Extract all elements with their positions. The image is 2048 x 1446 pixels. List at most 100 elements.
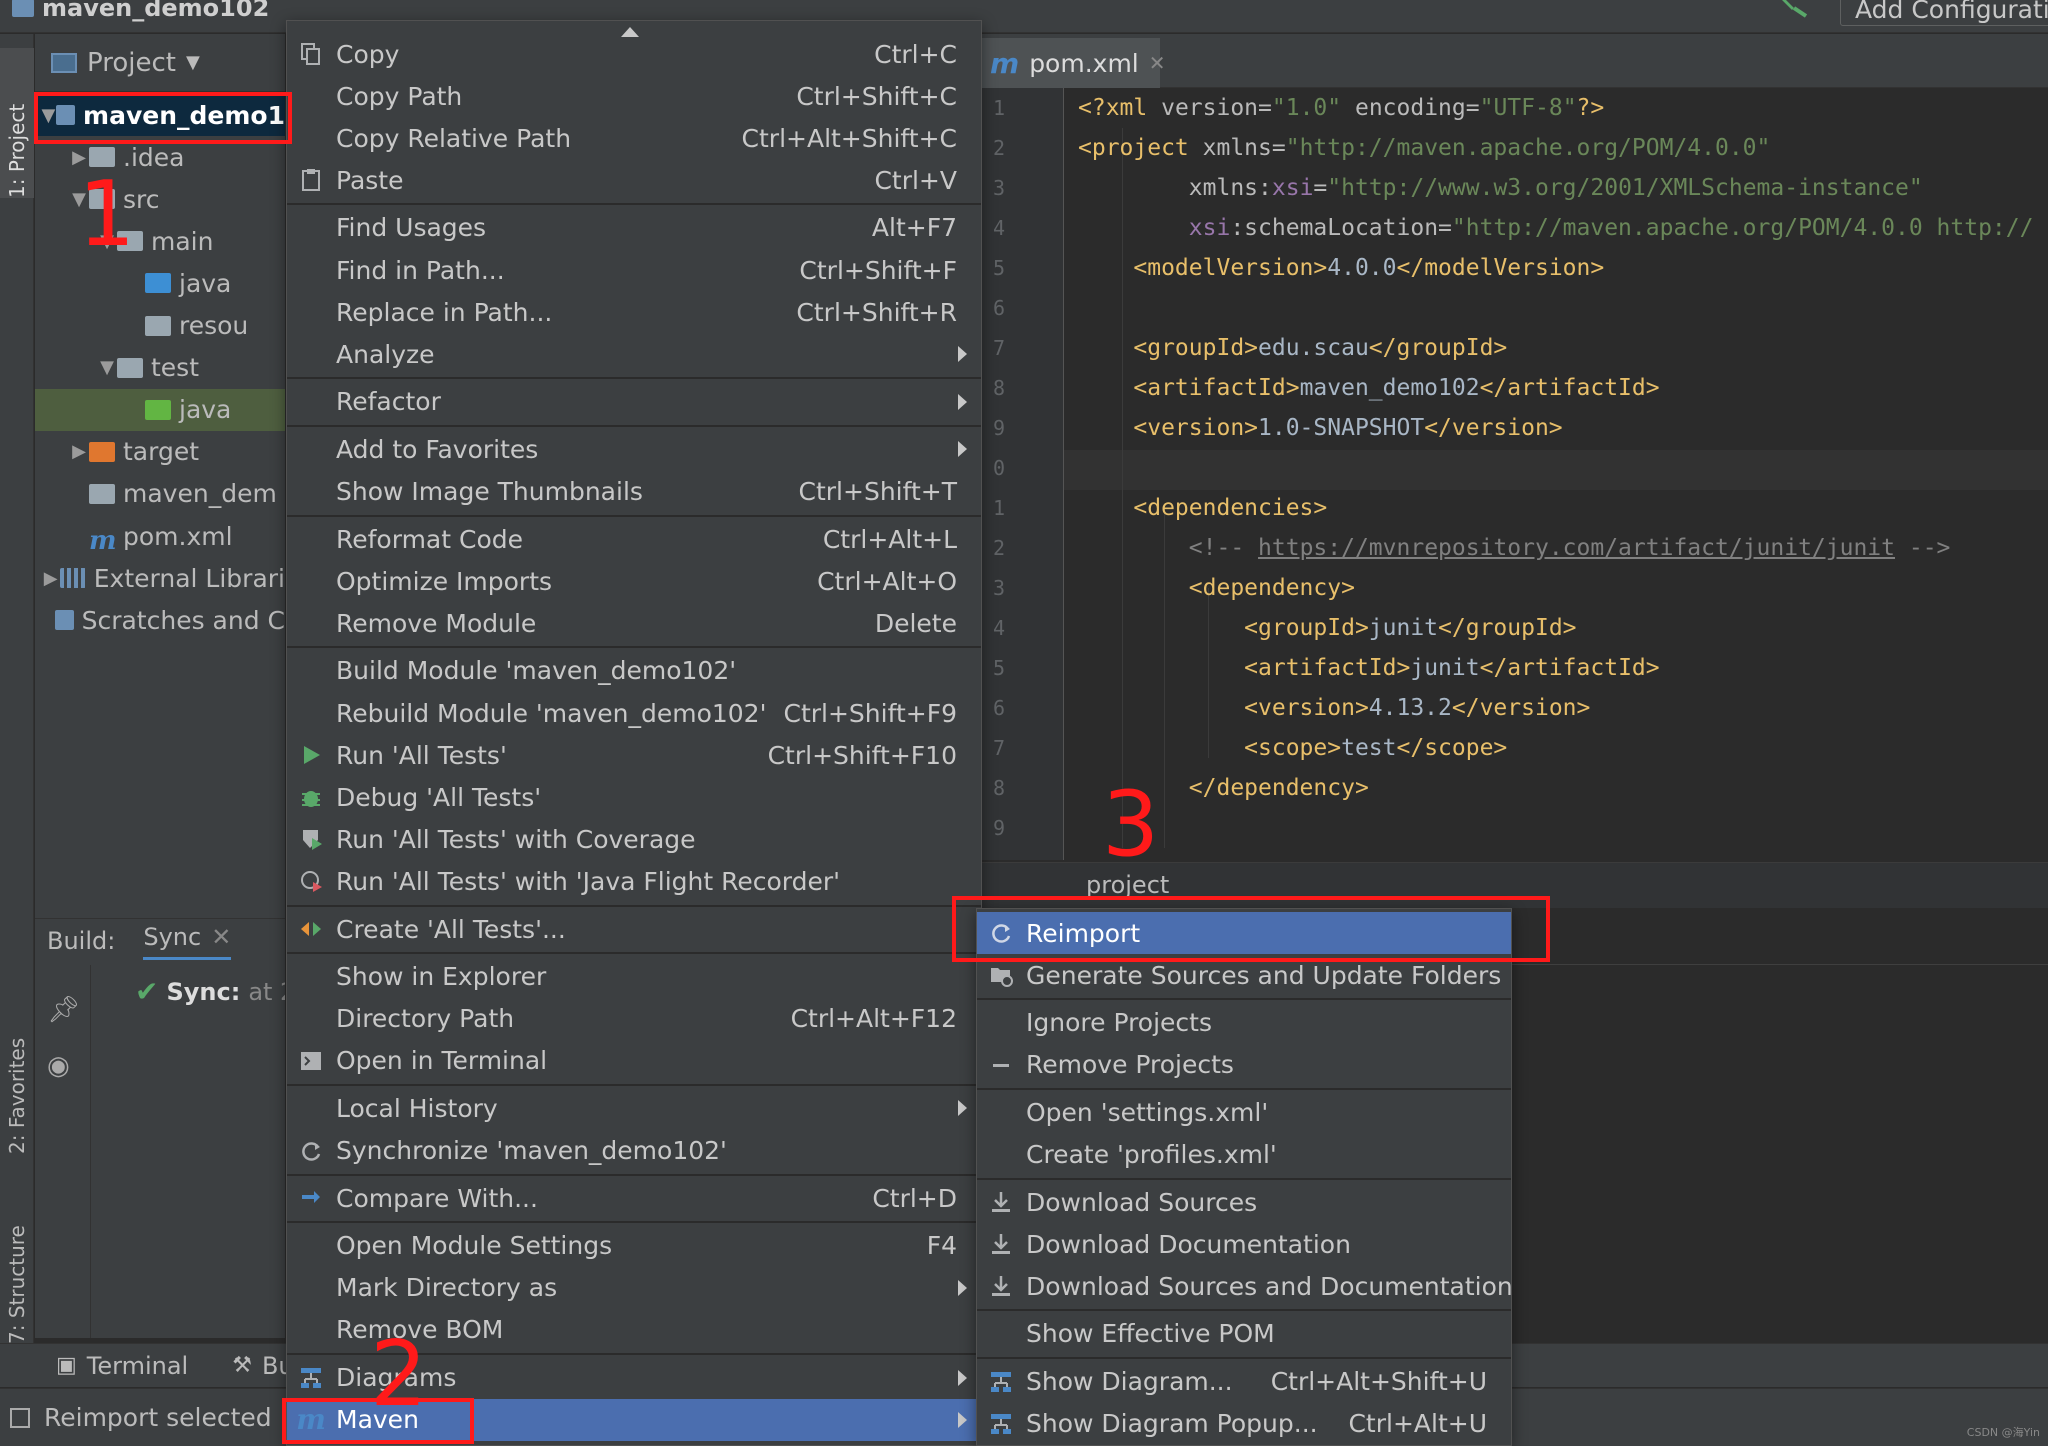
menu-item-paste[interactable]: Paste Ctrl+V [287,159,981,201]
menu-item-refactor[interactable]: Refactor [287,381,981,423]
menu-item-ignore-projects[interactable]: Ignore Projects [977,1002,1511,1044]
menu-item-create-all-tests[interactable]: Create 'All Tests'... [287,908,981,950]
tree-node[interactable]: resou [35,305,285,347]
tree-node[interactable]: m pom.xml [35,515,285,557]
tab-favorites[interactable]: 2: Favorites [0,954,34,1154]
menu-item-create-profiles-xml[interactable]: Create 'profiles.xml' [977,1134,1511,1176]
menu-item-download-sources[interactable]: Download Sources [977,1181,1511,1223]
minus-icon [987,1051,1015,1079]
menu-item-label: Show in Explorer [336,962,547,992]
menu-item-label: Copy Path [336,81,463,111]
tree-node[interactable]: ▼ test [35,347,285,389]
tree-node[interactable]: maven_dem [35,473,285,515]
submenu-arrow-icon [958,1279,967,1296]
menu-item-label: Show Image Thumbnails [336,477,643,506]
line-number: 4 [992,216,1005,240]
menu-item-directory-path[interactable]: Directory Path Ctrl+Alt+F12 [287,998,981,1040]
menu-item-label: Open in Terminal [336,1046,548,1076]
menu-item-copy-path[interactable]: Copy Path Ctrl+Shift+C [287,75,981,117]
menu-item-label: Find in Path... [336,255,505,285]
menu-item-label: Open 'settings.xml' [1026,1097,1269,1127]
code-line: xmlns:xsi="http://www.w3.org/2001/XMLSch… [1188,175,1923,201]
menu-item-mark-directory-as[interactable]: Mark Directory as [287,1267,981,1309]
close-icon[interactable]: ✕ [1149,51,1166,75]
tree-node-label: test [151,353,200,383]
menu-separator [977,1309,1511,1312]
menu-item-label: Create 'All Tests'... [336,914,566,944]
tab-structure[interactable]: 7: Structure [0,1184,34,1344]
menu-item-synchronize-maven-demo102[interactable]: Synchronize 'maven_demo102' [287,1130,981,1172]
menu-item-label: Optimize Imports [336,566,553,596]
menu-item-open-settings-xml[interactable]: Open 'settings.xml' [977,1091,1511,1133]
menu-item-shortcut: Ctrl+Shift+F9 [783,698,958,728]
menu-item-replace-in-path[interactable]: Replace in Path... Ctrl+Shift+R [287,291,981,333]
tree-node[interactable]: java [35,388,285,431]
project-view-icon [51,52,77,73]
menu-item-download-sources-and-documentation[interactable]: Download Sources and Documentation [977,1265,1513,1307]
tree-node-label: java [179,395,232,425]
menu-separator [287,904,981,907]
status-square-icon[interactable] [10,1407,30,1428]
tree-node[interactable]: ▶ External Librari [35,557,285,599]
menu-item-shortcut: Ctrl+C [874,39,957,69]
debug-icon [297,783,325,811]
menu-item-copy[interactable]: Copy Ctrl+C [287,33,981,75]
menu-item-remove-module[interactable]: Remove Module Delete [287,602,981,644]
collapse-arrow-icon[interactable]: ▶ [41,568,60,589]
menu-item-download-documentation[interactable]: Download Documentation [977,1223,1511,1265]
menu-item-add-to-favorites[interactable]: Add to Favorites [287,428,981,470]
terminal-tool-button[interactable]: ▣ Terminal [0,1352,210,1380]
module-icon [12,0,34,17]
tree-node[interactable]: java [35,262,285,304]
menu-separator [287,377,981,380]
excluded-folder-icon [89,441,115,462]
menu-item-analyze[interactable]: Analyze [287,333,981,375]
project-panel-header[interactable]: Project ▼ [35,34,285,92]
menu-item-run-all-tests-with-coverage[interactable]: Run 'All Tests' with Coverage [287,818,981,860]
menu-item-find-usages[interactable]: Find Usages Alt+F7 [287,207,981,249]
menu-item-local-history[interactable]: Local History [287,1087,981,1129]
menu-item-find-in-path[interactable]: Find in Path... Ctrl+Shift+F [287,249,981,291]
tree-node-label: main [151,226,214,256]
menu-item-run-all-tests[interactable]: Run 'All Tests' Ctrl+Shift+F10 [287,734,981,776]
tab-project-label: 1: Project [5,103,29,198]
menu-item-open-module-settings[interactable]: Open Module Settings F4 [287,1225,981,1267]
menu-item-rebuild-module-maven-demo102[interactable]: Rebuild Module 'maven_demo102' Ctrl+Shift… [287,692,981,734]
code-editor[interactable]: <?xml version="1.0" encoding="UTF-8"?> <… [1064,88,2048,860]
menu-item-copy-relative-path[interactable]: Copy Relative Path Ctrl+Alt+Shift+C [287,117,981,159]
menu-item-debug-all-tests[interactable]: Debug 'All Tests' [287,776,981,818]
collapse-arrow-icon[interactable]: ▶ [69,441,89,462]
menu-item-compare-with[interactable]: Compare With... Ctrl+D [287,1177,981,1219]
menu-item-open-in-terminal[interactable]: Open in Terminal [287,1040,981,1082]
annotation-number-2: 2 [370,1322,428,1427]
tab-sync[interactable]: Sync ✕ [143,922,232,960]
menu-item-label: Run 'All Tests' with 'Java Flight Record… [336,866,841,896]
menu-item-show-diagram[interactable]: Show Diagram... Ctrl+Alt+Shift+U [977,1361,1511,1403]
menu-separator [977,1177,1511,1180]
diagram-icon [297,1364,325,1392]
chevron-down-icon[interactable]: ▼ [186,52,200,73]
menu-item-optimize-imports[interactable]: Optimize Imports Ctrl+Alt+O [287,560,981,602]
eye-icon[interactable]: ◉ [47,1051,70,1081]
expand-arrow-icon[interactable]: ▼ [97,357,117,378]
add-configuration-button[interactable]: Add Configuratio [1840,0,2048,26]
tree-node[interactable]: ▼ src [35,178,285,220]
tab-sync-label: Sync [143,922,202,951]
tab-pom-xml[interactable]: m pom.xml ✕ [980,38,1166,88]
menu-item-show-diagram-popup[interactable]: Show Diagram Popup... Ctrl+Alt+U [977,1403,1511,1445]
tree-node[interactable]: Scratches and C [35,599,285,641]
menu-item-reformat-code[interactable]: Reformat Code Ctrl+Alt+L [287,518,981,560]
menu-item-build-module-maven-demo102[interactable]: Build Module 'maven_demo102' [287,650,981,692]
build-hammer-icon[interactable] [1780,0,1808,18]
menu-item-show-in-explorer[interactable]: Show in Explorer [287,956,981,998]
menu-item-show-effective-pom[interactable]: Show Effective POM [977,1313,1511,1355]
menu-item-show-image-thumbnails[interactable]: Show Image Thumbnails Ctrl+Shift+T [287,471,981,513]
tab-project[interactable]: 1: Project [0,48,34,198]
code-line: xsi:schemaLocation="http://maven.apache.… [1188,215,2034,241]
menu-item-remove-projects[interactable]: Remove Projects [977,1044,1511,1086]
menu-item-run-all-tests-with-java-flight-recorder[interactable]: Run 'All Tests' with 'Java Flight Record… [287,860,981,902]
tree-node[interactable]: ▶ target [35,431,285,473]
close-icon[interactable]: ✕ [211,923,231,951]
pin-icon[interactable]: 📌︎ [47,995,80,1025]
tree-node[interactable]: ▼ main [35,220,285,262]
